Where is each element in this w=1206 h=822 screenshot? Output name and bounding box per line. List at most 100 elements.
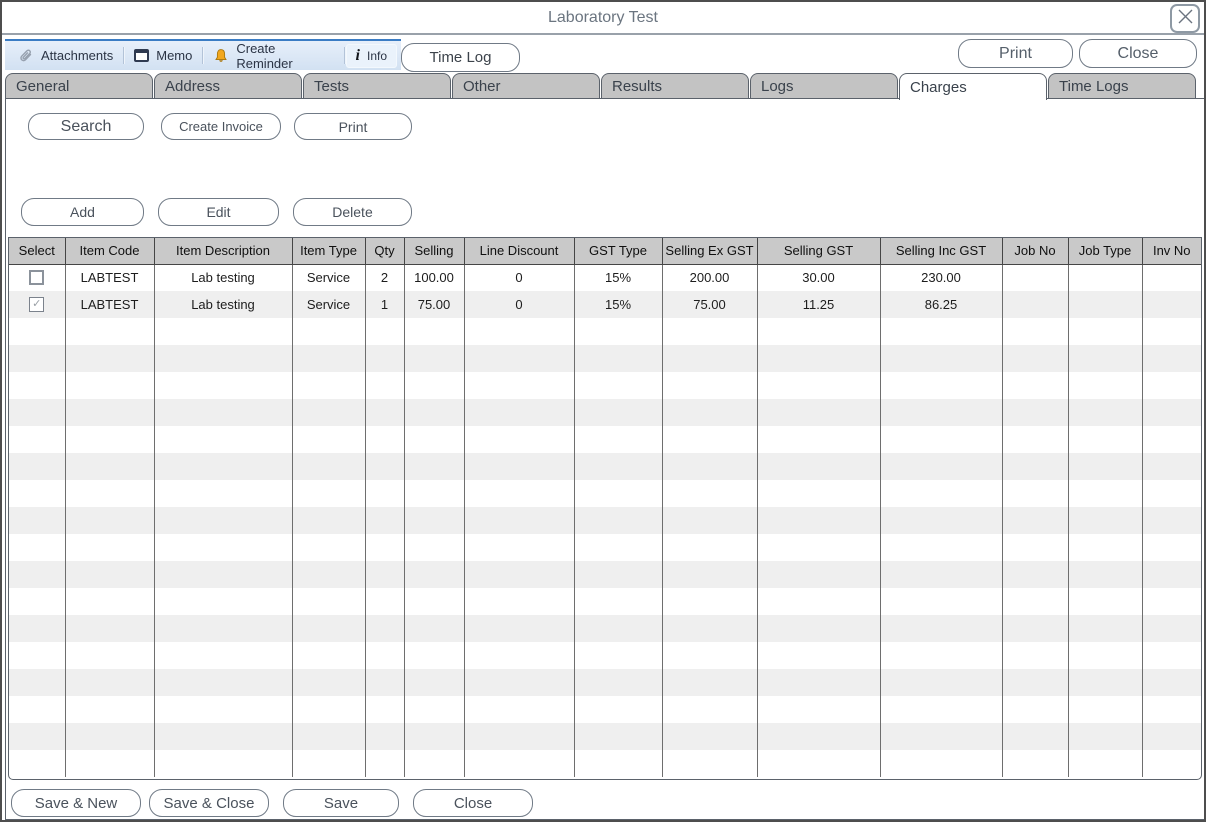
- item-type-cell[interactable]: Service: [292, 264, 365, 291]
- qty-cell[interactable]: 1: [365, 291, 404, 318]
- row-select-checkbox[interactable]: [29, 270, 44, 285]
- charges-table-body: LABTEST Lab testing Service 2 100.00 0 1…: [9, 264, 1201, 777]
- empty-cell: [1002, 372, 1068, 399]
- item-description-cell[interactable]: Lab testing: [154, 291, 292, 318]
- time-log-button[interactable]: Time Log: [401, 43, 520, 72]
- tab-other[interactable]: Other: [452, 73, 600, 98]
- attachments-label: Attachments: [41, 48, 113, 63]
- empty-cell: [464, 669, 574, 696]
- close-button-top[interactable]: Close: [1079, 39, 1197, 68]
- qty-cell[interactable]: 2: [365, 264, 404, 291]
- tab-logs[interactable]: Logs: [750, 73, 898, 98]
- tab-charges[interactable]: Charges: [899, 73, 1047, 100]
- job-no-cell[interactable]: [1002, 291, 1068, 318]
- edit-button[interactable]: Edit: [158, 198, 279, 226]
- empty-cell: [65, 615, 154, 642]
- tab-address[interactable]: Address: [154, 73, 302, 98]
- empty-cell: [574, 561, 662, 588]
- empty-cell: [1002, 345, 1068, 372]
- window-close-button[interactable]: [1170, 4, 1200, 33]
- gst-type-cell[interactable]: 15%: [574, 291, 662, 318]
- tab-time-logs[interactable]: Time Logs: [1048, 73, 1196, 98]
- selling-ex-gst-cell[interactable]: 200.00: [662, 264, 757, 291]
- table-row[interactable]: ✓ LABTEST Lab testing Service 1 75.00 0 …: [9, 291, 1201, 318]
- empty-cell: [65, 318, 154, 345]
- memo-button[interactable]: Memo: [125, 44, 201, 68]
- empty-cell: [757, 318, 880, 345]
- selling-gst-cell[interactable]: 30.00: [757, 264, 880, 291]
- empty-cell: [365, 345, 404, 372]
- empty-cell: [365, 615, 404, 642]
- job-type-cell[interactable]: [1068, 264, 1142, 291]
- empty-cell: [464, 588, 574, 615]
- close-button[interactable]: Close: [413, 789, 533, 817]
- save-and-close-button[interactable]: Save & Close: [149, 789, 269, 817]
- selling-gst-cell[interactable]: 11.25: [757, 291, 880, 318]
- item-code-cell[interactable]: LABTEST: [65, 264, 154, 291]
- item-description-cell[interactable]: Lab testing: [154, 264, 292, 291]
- selling-cell[interactable]: 75.00: [404, 291, 464, 318]
- empty-table-row: [9, 507, 1201, 534]
- selling-ex-gst-cell[interactable]: 75.00: [662, 291, 757, 318]
- inv-no-cell[interactable]: [1142, 291, 1201, 318]
- add-button[interactable]: Add: [21, 198, 144, 226]
- empty-table-row: [9, 480, 1201, 507]
- empty-table-row: [9, 669, 1201, 696]
- empty-cell: [292, 507, 365, 534]
- empty-table-row: [9, 534, 1201, 561]
- selling-inc-gst-cell[interactable]: 230.00: [880, 264, 1002, 291]
- gst-type-cell[interactable]: 15%: [574, 264, 662, 291]
- job-type-cell[interactable]: [1068, 291, 1142, 318]
- info-button[interactable]: i Info: [346, 44, 397, 68]
- selling-cell[interactable]: 100.00: [404, 264, 464, 291]
- empty-cell: [757, 696, 880, 723]
- selling-inc-gst-cell[interactable]: 86.25: [880, 291, 1002, 318]
- inv-no-cell[interactable]: [1142, 264, 1201, 291]
- empty-cell: [292, 345, 365, 372]
- item-type-cell[interactable]: Service: [292, 291, 365, 318]
- empty-cell: [9, 453, 65, 480]
- empty-cell: [65, 345, 154, 372]
- empty-cell: [1142, 318, 1201, 345]
- empty-cell: [65, 426, 154, 453]
- empty-cell: [292, 696, 365, 723]
- empty-cell: [464, 453, 574, 480]
- item-code-cell[interactable]: LABTEST: [65, 291, 154, 318]
- column-header-gst-type: GST Type: [574, 238, 662, 264]
- empty-cell: [1002, 750, 1068, 777]
- empty-cell: [292, 399, 365, 426]
- print-button[interactable]: Print: [294, 113, 412, 140]
- empty-table-row: [9, 318, 1201, 345]
- print-button-top[interactable]: Print: [958, 39, 1073, 68]
- empty-cell: [880, 615, 1002, 642]
- empty-cell: [1068, 318, 1142, 345]
- empty-cell: [757, 750, 880, 777]
- tab-tests[interactable]: Tests: [303, 73, 451, 98]
- line-discount-cell[interactable]: 0: [464, 264, 574, 291]
- search-button[interactable]: Search: [28, 113, 144, 140]
- tab-results[interactable]: Results: [601, 73, 749, 98]
- empty-cell: [9, 588, 65, 615]
- delete-button[interactable]: Delete: [293, 198, 412, 226]
- empty-cell: [662, 453, 757, 480]
- table-row[interactable]: LABTEST Lab testing Service 2 100.00 0 1…: [9, 264, 1201, 291]
- save-and-new-button[interactable]: Save & New: [11, 789, 141, 817]
- save-button[interactable]: Save: [283, 789, 399, 817]
- create-invoice-button[interactable]: Create Invoice: [161, 113, 281, 140]
- empty-cell: [365, 588, 404, 615]
- empty-cell: [662, 426, 757, 453]
- row-select-checkbox[interactable]: ✓: [29, 297, 44, 312]
- line-discount-cell[interactable]: 0: [464, 291, 574, 318]
- column-header-job-type: Job Type: [1068, 238, 1142, 264]
- empty-cell: [65, 507, 154, 534]
- empty-cell: [1002, 426, 1068, 453]
- empty-cell: [757, 561, 880, 588]
- empty-cell: [757, 480, 880, 507]
- attachments-button[interactable]: Attachments: [9, 44, 122, 68]
- empty-cell: [1142, 696, 1201, 723]
- create-reminder-button[interactable]: Create Reminder: [204, 44, 342, 68]
- empty-cell: [1002, 534, 1068, 561]
- empty-cell: [464, 534, 574, 561]
- job-no-cell[interactable]: [1002, 264, 1068, 291]
- tab-general[interactable]: General: [5, 73, 153, 98]
